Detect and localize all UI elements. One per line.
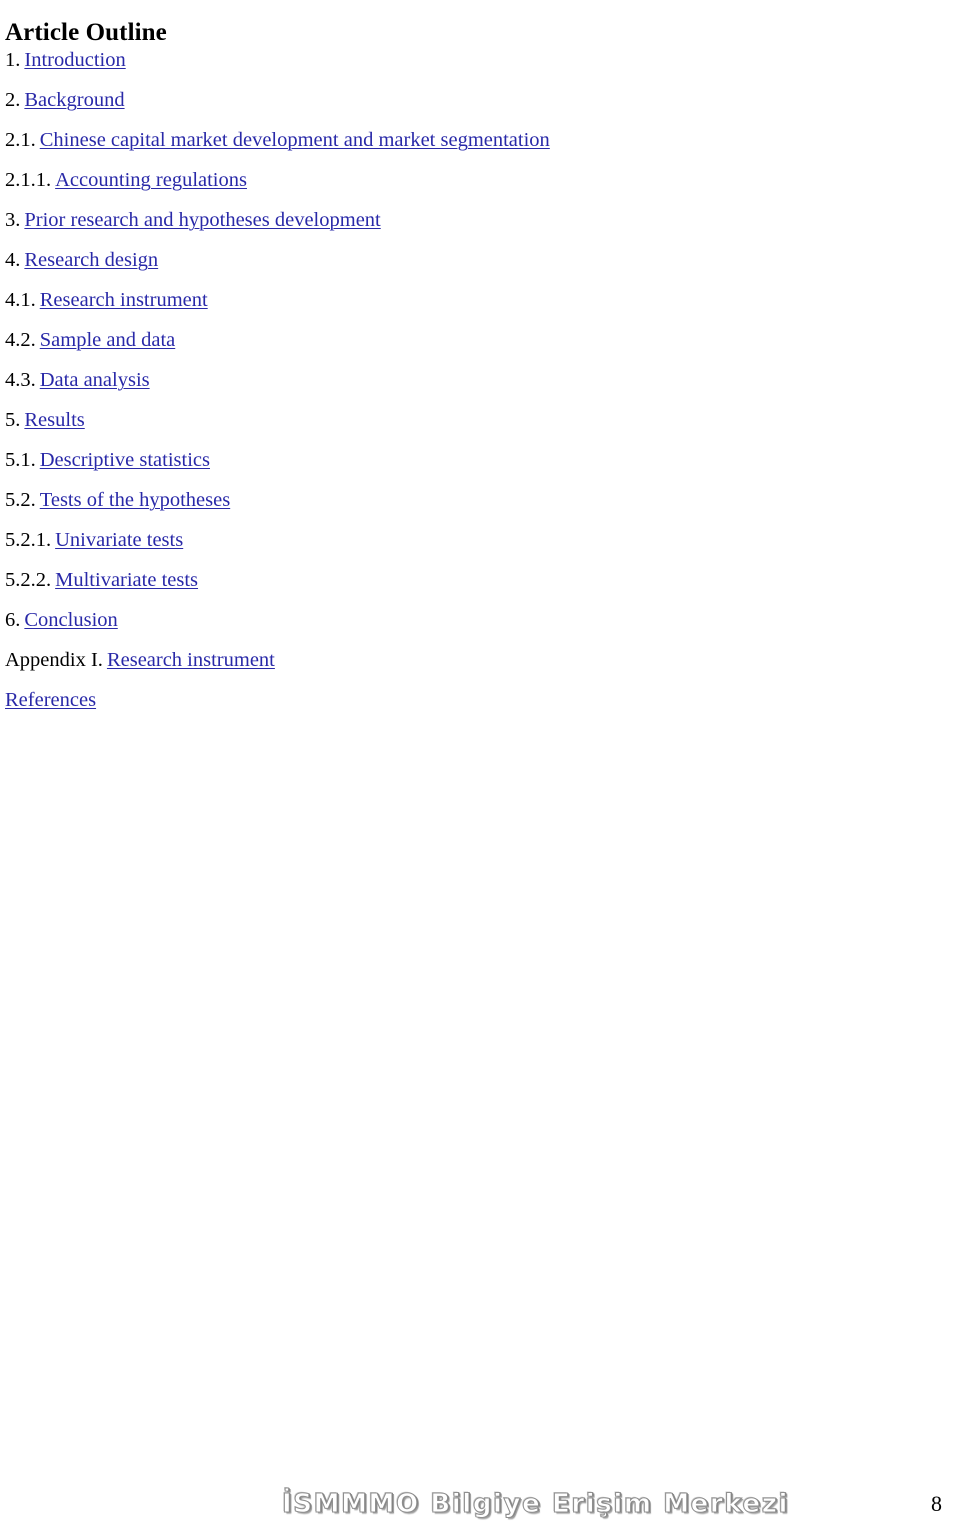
outline-link[interactable]: References [5, 689, 96, 711]
outline-row: 4.3. Data analysis [5, 360, 935, 400]
outline-link[interactable]: Chinese capital market development and m… [40, 129, 550, 151]
ismmmo-watermark: İSMMMO Bilgiye Erişim Merkezi [282, 1489, 789, 1520]
outline-link[interactable]: Sample and data [40, 329, 175, 351]
outline-item-number: 5.2.2. [5, 569, 52, 591]
outline-item-number: 5.2. [5, 489, 36, 511]
outline-row: 5.2.1. Univariate tests [5, 520, 935, 560]
outline-link[interactable]: Multivariate tests [55, 569, 198, 591]
outline-row: 6. Conclusion [5, 600, 935, 640]
outline-link[interactable]: Data analysis [40, 369, 150, 391]
outline-link[interactable]: Conclusion [24, 609, 117, 631]
outline-row: 5.2.2. Multivariate tests [5, 560, 935, 600]
outline-row: 2.1. Chinese capital market development a… [5, 120, 935, 160]
outline-item-number: 5.1. [5, 449, 36, 471]
outline-item-number: Appendix I. [5, 649, 103, 671]
outline-link[interactable]: Background [24, 89, 124, 111]
outline-row: 2.1.1. Accounting regulations [5, 160, 935, 200]
outline-link[interactable]: Descriptive statistics [40, 449, 210, 471]
outline-item-number: 1. [5, 49, 21, 71]
article-outline-list: 1. Introduction 2. Background 2.1. Chinese ca… [5, 40, 935, 720]
outline-item-number: 4. [5, 249, 21, 271]
document-page: Article Outline 1. Introduction 2. Backgrou… [0, 0, 960, 1526]
outline-link[interactable]: Research instrument [107, 649, 275, 671]
outline-link[interactable]: Prior research and hypotheses developmen… [24, 209, 380, 231]
outline-item-number: 5.2.1. [5, 529, 52, 551]
outline-item-number: 3. [5, 209, 21, 231]
outline-row: 5.2. Tests of the hypotheses [5, 480, 935, 520]
outline-link[interactable]: Accounting regulations [55, 169, 247, 191]
outline-item-number: 4.3. [5, 369, 36, 391]
outline-link[interactable]: Research design [24, 249, 158, 271]
outline-row: References [5, 680, 935, 720]
outline-link[interactable]: Univariate tests [55, 529, 183, 551]
page-footer: İSMMMO Bilgiye Erişim Merkezi 8 [0, 1486, 960, 1526]
page-number: 8 [931, 1491, 942, 1516]
outline-row: 5. Results [5, 400, 935, 440]
outline-item-number: 5. [5, 409, 21, 431]
outline-row: 4.1. Research instrument [5, 280, 935, 320]
outline-item-number: 4.2. [5, 329, 36, 351]
outline-item-number: 2. [5, 89, 21, 111]
outline-row: 5.1. Descriptive statistics [5, 440, 935, 480]
outline-row: Appendix I. Research instrument [5, 640, 935, 680]
outline-item-number: 4.1. [5, 289, 36, 311]
outline-link[interactable]: Research instrument [40, 289, 208, 311]
outline-row: 4.2. Sample and data [5, 320, 935, 360]
outline-item-number: 2.1. [5, 129, 36, 151]
outline-link[interactable]: Tests of the hypotheses [40, 489, 230, 511]
outline-row: 3. Prior research and hypotheses developm… [5, 200, 935, 240]
outline-row: 2. Background [5, 80, 935, 120]
outline-item-number: 2.1.1. [5, 169, 52, 191]
outline-item-number: 6. [5, 609, 21, 631]
outline-row: 1. Introduction [5, 40, 935, 80]
outline-link[interactable]: Results [24, 409, 84, 431]
outline-row: 4. Research design [5, 240, 935, 280]
outline-link[interactable]: Introduction [24, 49, 125, 71]
